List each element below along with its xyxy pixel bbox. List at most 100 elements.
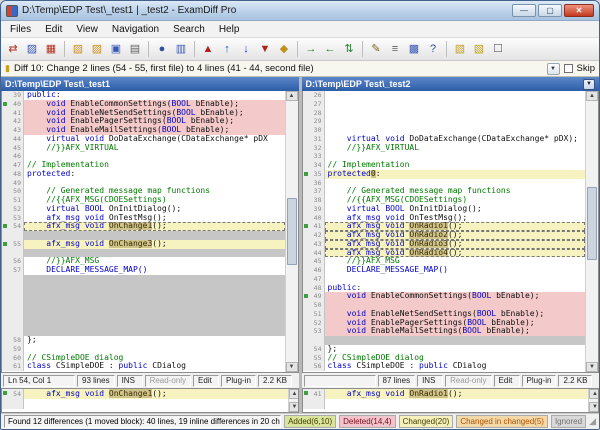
code-line[interactable]: 28 <box>303 109 586 118</box>
save-session-icon[interactable]: ▦ <box>42 40 60 58</box>
code-line[interactable]: 36 <box>303 179 586 188</box>
code-line[interactable]: 40 void EnableCommonSettings(BOOL bEnabl… <box>2 100 285 109</box>
code-line[interactable]: 54 afx_msg void OnChange1(); <box>2 389 288 399</box>
code-line[interactable]: 48protected: <box>2 170 285 179</box>
code-line[interactable]: 51 //{{AFX_MSG(CDOESettings) <box>2 196 285 205</box>
copy-icon[interactable]: ▥ <box>172 40 190 58</box>
open-session-icon[interactable]: ▨ <box>23 40 41 58</box>
right-mini-scrollbar[interactable]: ▲ ▼ <box>588 389 598 412</box>
menu-help[interactable]: Help <box>212 23 247 36</box>
code-line[interactable]: 37 // Generated message map functions <box>303 187 586 196</box>
open-first-file-icon[interactable]: ▨ <box>69 40 87 58</box>
current-diff-icon[interactable]: ◆ <box>275 40 293 58</box>
code-line[interactable] <box>2 310 285 319</box>
code-line[interactable]: 46 DECLARE_MESSAGE_MAP() <box>303 266 586 275</box>
code-line[interactable]: 54 afx_msg void OnChange1(); <box>2 222 285 231</box>
last-diff-icon[interactable]: ▼ <box>256 40 274 58</box>
find-icon[interactable]: ● <box>153 40 171 58</box>
pane-list-dropdown-icon[interactable]: ▼ <box>583 79 595 90</box>
code-line[interactable]: 27 <box>303 100 586 109</box>
right-scrollbar-thumb[interactable] <box>587 187 597 260</box>
left-mini-scrollbar[interactable]: ▲ ▼ <box>288 389 298 412</box>
code-line[interactable]: 58}; <box>2 336 285 345</box>
menu-search[interactable]: Search <box>166 23 212 36</box>
code-line[interactable]: 50 <box>303 301 586 310</box>
code-line[interactable]: 42 afx_msg void OnRadio2(); <box>303 231 586 240</box>
code-line[interactable] <box>2 231 285 240</box>
code-line[interactable]: 29 <box>303 117 586 126</box>
minimize-button[interactable]: — <box>512 4 536 17</box>
code-line[interactable]: 55// CSimpleDOE dialog <box>303 354 586 363</box>
resize-grip[interactable]: ◢ <box>589 415 596 428</box>
code-line[interactable]: 45 //}}AFX_MSG <box>303 257 586 266</box>
scroll-down-icon[interactable]: ▼ <box>589 402 599 412</box>
code-line[interactable] <box>2 301 285 310</box>
left-vertical-scrollbar[interactable]: ▲ ▼ <box>285 91 298 372</box>
code-line[interactable]: 53 afx_msg void OnTestMsg(); <box>2 214 285 223</box>
code-line[interactable]: 57 DECLARE_MESSAGE_MAP() <box>2 266 285 275</box>
code-line[interactable] <box>303 399 589 409</box>
code-line[interactable]: 34// Implementation <box>303 161 586 170</box>
left-current-diff-pane[interactable]: 54 afx_msg void OnChange1(); <box>2 389 288 412</box>
code-line[interactable] <box>303 336 586 345</box>
compare-icon[interactable]: ⇄ <box>4 40 22 58</box>
menu-files[interactable]: Files <box>3 23 38 36</box>
code-line[interactable]: 48public: <box>303 284 586 293</box>
code-line[interactable]: 38 //{{AFX_MSG(CDOESettings) <box>303 196 586 205</box>
help-icon[interactable]: ? <box>424 40 442 58</box>
code-line[interactable]: 47 <box>303 275 586 284</box>
skip-checkbox[interactable] <box>564 64 573 73</box>
code-line[interactable]: 55 afx_msg void OnChange3(); <box>2 240 285 249</box>
code-line[interactable]: 45 //}}AFX_VIRTUAL <box>2 144 285 153</box>
code-line[interactable]: 39public: <box>2 91 285 100</box>
code-line[interactable]: 44 virtual void DoDataExchange(CDataExch… <box>2 135 285 144</box>
open-second-file-icon[interactable]: ▨ <box>88 40 106 58</box>
code-line[interactable] <box>2 319 285 328</box>
title-bar[interactable]: D:\Temp\EDP Test\_test1 | _test2 - ExamD… <box>1 1 599 21</box>
code-line[interactable]: 47// Implementation <box>2 161 285 170</box>
skip-panel-icon[interactable]: ☐ <box>489 40 507 58</box>
right-code-editor[interactable]: 262728293031 virtual void DoDataExchange… <box>303 91 586 372</box>
menu-navigation[interactable]: Navigation <box>105 23 166 36</box>
code-line[interactable]: 31 virtual void DoDataExchange(CDataExch… <box>303 135 586 144</box>
code-line[interactable]: 43 afx_msg void OnRadio3(); <box>303 240 586 249</box>
code-line[interactable]: 41 void EnableNetSendSettings(BOOL bEnab… <box>2 109 285 118</box>
code-line[interactable]: 41 afx_msg void OnRadio1(); <box>303 222 586 231</box>
code-line[interactable] <box>2 284 285 293</box>
diff-list-dropdown-icon[interactable]: ▼ <box>547 63 560 75</box>
code-line[interactable] <box>2 249 285 258</box>
menu-view[interactable]: View <box>69 23 105 36</box>
code-line[interactable]: 26 <box>303 91 586 100</box>
show-identical-icon[interactable]: ▧ <box>470 40 488 58</box>
code-line[interactable]: 54}; <box>303 345 586 354</box>
code-line[interactable]: 60// CSimpleDOE dialog <box>2 354 285 363</box>
close-button[interactable]: ✕ <box>564 4 594 17</box>
right-vertical-scrollbar[interactable]: ▲ ▼ <box>585 91 598 372</box>
options-icon[interactable]: ≡ <box>386 40 404 58</box>
code-line[interactable]: 40 afx_msg void OnTestMsg(); <box>303 214 586 223</box>
code-line[interactable]: 41 afx_msg void OnRadio1(); <box>303 389 589 399</box>
save-file-icon[interactable]: ▣ <box>107 40 125 58</box>
copy-block-left-icon[interactable]: ← <box>321 40 339 58</box>
scroll-down-icon[interactable]: ▼ <box>286 362 298 372</box>
code-line[interactable]: 35protected0: <box>303 170 586 179</box>
code-line[interactable]: 56 //}}AFX_MSG <box>2 257 285 266</box>
plugins-icon[interactable]: ▩ <box>405 40 423 58</box>
copy-block-right-icon[interactable]: → <box>302 40 320 58</box>
code-line[interactable]: 56class CSimpleDOE : public CDialog <box>303 362 586 371</box>
code-line[interactable]: 51 void EnableNetSendSettings(BOOL bEnab… <box>303 310 586 319</box>
scroll-up-icon[interactable]: ▲ <box>589 389 599 399</box>
code-line[interactable] <box>2 275 285 284</box>
left-code-editor[interactable]: 39public:40 void EnableCommonSettings(BO… <box>2 91 285 372</box>
left-scrollbar-thumb[interactable] <box>287 198 297 265</box>
code-line[interactable] <box>2 327 285 336</box>
code-line[interactable]: 33 <box>303 152 586 161</box>
code-line[interactable]: 39 virtual BOOL OnInitDialog(); <box>303 205 586 214</box>
prev-diff-icon[interactable]: ↑ <box>218 40 236 58</box>
code-line[interactable]: 43 void EnableMailSettings(BOOL bEnable)… <box>2 126 285 135</box>
code-line[interactable]: 52 virtual BOOL OnInitDialog(); <box>2 205 285 214</box>
scroll-up-icon[interactable]: ▲ <box>289 389 299 399</box>
print-icon[interactable]: ▤ <box>126 40 144 58</box>
edit-file-icon[interactable]: ✎ <box>367 40 385 58</box>
maximize-button[interactable]: ▢ <box>538 4 562 17</box>
